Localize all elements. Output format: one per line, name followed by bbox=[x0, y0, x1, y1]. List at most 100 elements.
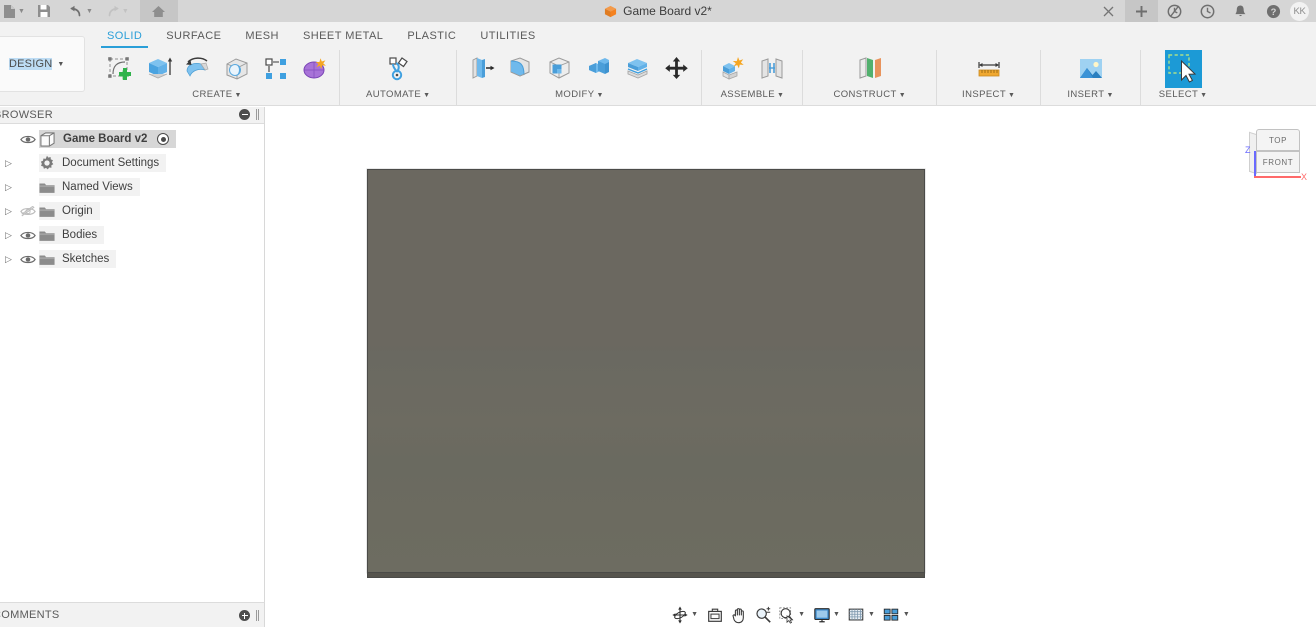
fillet-button[interactable] bbox=[502, 50, 539, 88]
chevron-down-icon[interactable]: ▼ bbox=[691, 611, 698, 618]
automate-button[interactable] bbox=[380, 50, 417, 88]
help-button[interactable]: ? bbox=[1257, 0, 1290, 22]
tab-solid[interactable]: SOLID bbox=[95, 27, 154, 48]
look-at-button[interactable] bbox=[704, 604, 725, 625]
user-avatar[interactable]: KK bbox=[1290, 1, 1309, 21]
orbit-button[interactable] bbox=[669, 604, 690, 625]
visibility-toggle[interactable] bbox=[17, 205, 39, 217]
browser-tree: Game Board v2 ▷ Document Settings ▷ Name… bbox=[0, 124, 264, 268]
tree-node-origin[interactable]: ▷ Origin bbox=[0, 202, 264, 220]
view-cube[interactable]: TOP FRONT Z X bbox=[1237, 127, 1309, 193]
joint-button[interactable] bbox=[753, 50, 790, 88]
visibility-toggle[interactable] bbox=[17, 134, 39, 145]
ribbon-group-assemble: ASSEMBLE ▼ bbox=[701, 50, 802, 105]
tree-node-bodies[interactable]: ▷ Bodies bbox=[0, 226, 264, 244]
tab-utilities[interactable]: UTILITIES bbox=[468, 27, 547, 46]
close-icon bbox=[1103, 6, 1114, 16]
tree-node-document-settings[interactable]: ▷ Document Settings bbox=[0, 154, 264, 172]
create-sketch-button[interactable] bbox=[101, 50, 138, 88]
view-cube-front-face[interactable]: FRONT bbox=[1256, 151, 1300, 173]
tree-node-body[interactable]: Game Board v2 bbox=[39, 130, 177, 148]
tree-expand-arrow-icon[interactable]: ▷ bbox=[0, 230, 17, 241]
new-tab-button[interactable] bbox=[1125, 0, 1158, 22]
tab-sheet-metal[interactable]: SHEET METAL bbox=[291, 27, 395, 46]
tree-expand-arrow-icon[interactable]: ▷ bbox=[0, 206, 17, 217]
chevron-down-icon[interactable]: ▼ bbox=[903, 611, 910, 618]
tree-node-label: Document Settings bbox=[62, 157, 160, 169]
tree-node-named-views[interactable]: ▷ Named Views bbox=[0, 178, 264, 196]
look-at-control[interactable] bbox=[704, 604, 725, 626]
viewports-button[interactable] bbox=[881, 604, 902, 625]
add-comment-icon[interactable] bbox=[239, 610, 250, 621]
press-pull-button[interactable] bbox=[463, 50, 500, 88]
tree-node-label: Sketches bbox=[62, 253, 110, 265]
pan-button[interactable] bbox=[728, 604, 749, 625]
collapse-minus-icon[interactable] bbox=[239, 109, 250, 120]
look-at-icon bbox=[707, 608, 722, 622]
recent-activity-button[interactable] bbox=[1191, 0, 1224, 22]
tree-node-body[interactable]: Document Settings bbox=[39, 154, 167, 172]
extrude-button[interactable] bbox=[140, 50, 177, 88]
move-copy-icon bbox=[665, 57, 688, 79]
grid-icon bbox=[849, 608, 864, 620]
offset-plane-button[interactable] bbox=[851, 50, 888, 88]
combine-button[interactable] bbox=[580, 50, 617, 88]
monitor-icon bbox=[813, 607, 830, 622]
tree-node-body[interactable]: Named Views bbox=[39, 178, 140, 196]
visibility-toggle[interactable] bbox=[17, 230, 39, 241]
close-tab-button[interactable] bbox=[1092, 0, 1125, 22]
tree-expand-arrow-icon[interactable]: ▷ bbox=[0, 158, 17, 169]
offset-face-button[interactable] bbox=[619, 50, 656, 88]
zoom-control[interactable] bbox=[752, 604, 773, 626]
tab-surface[interactable]: SURFACE bbox=[154, 27, 233, 46]
tree-expand-arrow-icon[interactable]: ▷ bbox=[0, 254, 17, 265]
tree-node-label: Named Views bbox=[62, 181, 133, 193]
job-status-button[interactable] bbox=[1158, 0, 1191, 22]
grid-snaps-control[interactable]: ▼ bbox=[846, 604, 878, 626]
zoom-window-button[interactable] bbox=[776, 604, 797, 625]
grid-snaps-button[interactable] bbox=[846, 604, 867, 625]
tree-node-body[interactable]: Sketches bbox=[39, 250, 117, 268]
tree-node-root[interactable]: Game Board v2 bbox=[0, 130, 264, 148]
zoom-window-icon bbox=[778, 606, 794, 624]
activate-component-radio[interactable] bbox=[157, 133, 170, 145]
3d-canvas[interactable]: TOP FRONT Z X bbox=[266, 107, 1316, 627]
workspace-switcher[interactable]: DESIGN ▼ bbox=[0, 36, 85, 92]
browser-panel-title: BROWSER bbox=[0, 109, 53, 121]
chevron-down-icon[interactable]: ▼ bbox=[833, 611, 840, 618]
tab-plastic[interactable]: PLASTIC bbox=[395, 27, 468, 46]
folder-icon bbox=[39, 231, 55, 241]
shell-button[interactable] bbox=[541, 50, 578, 88]
chevron-down-icon[interactable]: ▼ bbox=[798, 611, 805, 618]
revolve-button[interactable] bbox=[179, 50, 216, 88]
pan-control[interactable] bbox=[728, 604, 749, 626]
tree-expand-arrow-icon[interactable]: ▷ bbox=[0, 182, 17, 193]
panel-resize-handle[interactable] bbox=[256, 610, 260, 621]
sphere-button[interactable] bbox=[218, 50, 255, 88]
view-cube-top-face[interactable]: TOP bbox=[1256, 129, 1300, 151]
orbit-control[interactable]: ▼ bbox=[669, 604, 701, 626]
fillet-icon bbox=[510, 57, 530, 77]
select-button[interactable] bbox=[1164, 50, 1202, 88]
zoom-window-control[interactable]: ▼ bbox=[776, 604, 808, 626]
zoom-button[interactable] bbox=[752, 604, 773, 625]
new-component-button[interactable] bbox=[714, 50, 751, 88]
tab-mesh[interactable]: MESH bbox=[233, 27, 291, 46]
move-copy-button[interactable] bbox=[658, 50, 695, 88]
form-button[interactable] bbox=[296, 50, 333, 88]
panel-resize-handle[interactable] bbox=[256, 109, 260, 120]
comments-panel: COMMENTS bbox=[0, 602, 265, 627]
viewports-control[interactable]: ▼ bbox=[881, 604, 913, 626]
display-settings-control[interactable]: ▼ bbox=[811, 604, 843, 626]
visibility-toggle[interactable] bbox=[17, 254, 39, 265]
notifications-button[interactable] bbox=[1224, 0, 1257, 22]
insert-image-button[interactable] bbox=[1072, 50, 1109, 88]
game-board-plate[interactable] bbox=[367, 169, 925, 573]
pattern-button[interactable] bbox=[257, 50, 294, 88]
chevron-down-icon[interactable]: ▼ bbox=[868, 611, 875, 618]
tree-node-body[interactable]: Bodies bbox=[39, 226, 105, 244]
tree-node-body[interactable]: Origin bbox=[39, 202, 100, 220]
display-settings-button[interactable] bbox=[811, 604, 832, 625]
measure-button[interactable] bbox=[970, 50, 1007, 88]
tree-node-sketches[interactable]: ▷ Sketches bbox=[0, 250, 264, 268]
